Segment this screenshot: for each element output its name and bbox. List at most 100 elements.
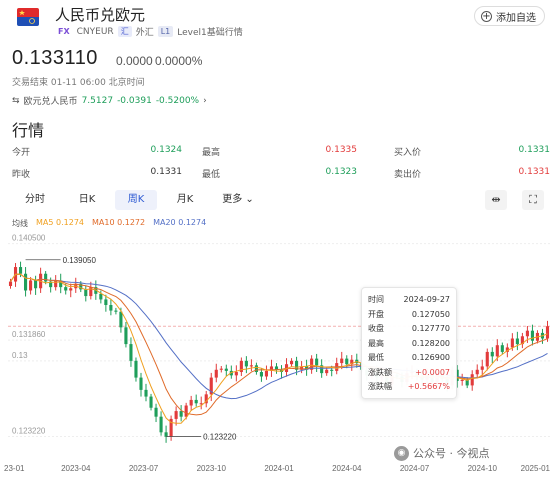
candle-body (154, 407, 158, 417)
plus-icon: + (481, 10, 492, 22)
wechat-icon: ◉ (394, 445, 409, 461)
quote-stats: 今开 0.1324 最高 0.1335 买入价 0.1331 昨收 0.1331… (12, 145, 550, 189)
stock-header: 人民币兑欧元 FX CNYEUR 汇 外汇 L1 Level1基础行情 + 添加… (0, 0, 560, 40)
candle-body (525, 330, 529, 337)
candle-body (134, 360, 138, 378)
x-tick-label: 2023-04 (61, 464, 91, 473)
candle-body (289, 360, 294, 365)
tab-day[interactable]: 日K (68, 190, 106, 210)
tab-week[interactable]: 周K (115, 190, 157, 210)
tooltip-label: 最高 (368, 338, 384, 348)
candle-body (109, 305, 113, 311)
candle-body (18, 267, 23, 274)
prev-close-label: 昨收 (12, 170, 31, 180)
last-price: 0.133110 (12, 47, 98, 69)
tooltip-value: 0.127770 (411, 324, 450, 333)
candle-body (219, 368, 223, 370)
price-change-pct: 0.0000% (155, 54, 203, 68)
tooltip-label: 开盘 (368, 309, 384, 319)
market-label: 外汇 (135, 28, 154, 38)
x-tick-label: 2024-01 (264, 464, 294, 473)
y-tick-label: 0.13 (12, 351, 28, 360)
candle-body (460, 379, 464, 381)
candle-body (254, 365, 258, 373)
buy-label: 买入价 (394, 148, 422, 158)
fullscreen-icon[interactable]: ⛶ (522, 190, 544, 210)
x-tick-label: 2024-04 (332, 464, 362, 473)
tab-more[interactable]: 更多 ⌄ (216, 190, 260, 210)
tooltip-value: 2024-09-27 (403, 295, 451, 304)
candle-body (345, 358, 349, 365)
tooltip-value: 0.126900 (411, 353, 450, 362)
candle-body (325, 369, 329, 374)
chart-compress-icon[interactable]: ⇹ (485, 190, 507, 210)
tooltip-value: +0.0007 (415, 367, 450, 377)
candle-body (495, 345, 499, 357)
x-tick-label: 2025-01 (521, 464, 551, 473)
candle-body (485, 351, 489, 367)
candle-body (244, 360, 248, 367)
candle-body (234, 372, 238, 376)
stats-row: 昨收 0.1331 最低 0.1323 卖出价 0.1331 (12, 167, 550, 189)
candle-body (99, 293, 103, 300)
section-title: 行情 (12, 121, 45, 140)
candle-body (500, 345, 504, 352)
candle-body (129, 344, 133, 361)
related-change-pct: -0.5200% (155, 95, 200, 106)
swap-icon: ⇆ (12, 95, 20, 106)
kline-chart[interactable]: 0.140500 0.131860 0.13 0.123220 0.139050 0.12… (0, 232, 560, 478)
annotation-label: 0.123220 (203, 433, 237, 442)
tooltip-label: 涨跌额 (368, 367, 392, 377)
tab-more-label: 更多 (222, 194, 243, 205)
candle-body (315, 358, 319, 366)
prev-close-value: 0.1331 (150, 167, 183, 177)
tooltip-label: 涨跌幅 (368, 382, 392, 391)
high-value: 0.1335 (325, 145, 358, 155)
related-label: 欧元兑人民币 (23, 97, 78, 107)
tooltip-value: 0.128200 (411, 338, 450, 348)
tooltip-row: 开盘 0.127050 (368, 308, 450, 323)
candle-body (530, 330, 534, 341)
x-tick-label: 2023-10 (197, 464, 227, 473)
related-quote-link[interactable]: ⇆ 欧元兑人民币 7.5127 -0.0391 -0.5200% › (12, 94, 207, 108)
chevron-down-icon: ⌄ (242, 194, 254, 205)
candle-body (510, 338, 514, 348)
watermark-text: 公众号 · 今视点 (413, 447, 490, 460)
candle-body (480, 366, 484, 370)
open-label: 今开 (12, 148, 31, 158)
fx-badge: FX (58, 27, 70, 36)
tooltip-label: 最低 (368, 353, 384, 362)
candle-body (149, 396, 153, 408)
tab-timeshare[interactable]: 分时 (16, 190, 54, 210)
stats-row: 今开 0.1324 最高 0.1335 买入价 0.1331 (12, 145, 550, 167)
level-label: Level1基础行情 (177, 28, 243, 38)
tooltip-row: 最低 0.126900 (368, 351, 450, 366)
chevron-right-icon: › (203, 95, 207, 106)
candle-tooltip: 时间 2024-09-27 开盘 0.127050 收盘 0.127770 最高 0.1… (361, 287, 457, 399)
tab-month[interactable]: 月K (166, 190, 204, 210)
ma-label: 均线 (12, 219, 28, 228)
candle-body (249, 365, 253, 367)
candle-body (139, 377, 143, 390)
candle-body (144, 389, 148, 397)
add-watchlist-label: 添加自选 (496, 12, 536, 24)
x-tick-label: 2023-07 (129, 464, 159, 473)
candle-body (84, 289, 88, 297)
candle-body (179, 411, 183, 417)
tooltip-row: 收盘 0.127770 (368, 322, 450, 337)
tooltip-row: 时间 2024-09-27 (368, 293, 450, 308)
trade-status: 交易结束 01-11 06:00 北京时间 (12, 78, 145, 88)
related-change: -0.0391 (117, 95, 152, 106)
candle-body (124, 327, 128, 345)
add-watchlist-button[interactable]: + 添加自选 (474, 6, 545, 26)
candle-body (104, 299, 108, 306)
instrument-code: CNYEUR (76, 26, 114, 37)
candle-body (184, 405, 188, 417)
tooltip-label: 收盘 (368, 324, 384, 333)
level1-icon: L1 (157, 26, 174, 37)
watermark: ◉ 公众号 · 今视点 (394, 445, 490, 461)
candle-body (54, 280, 58, 288)
x-tick-label: 2024-07 (400, 464, 430, 473)
candle-body (64, 287, 68, 291)
candle-body (515, 338, 519, 345)
